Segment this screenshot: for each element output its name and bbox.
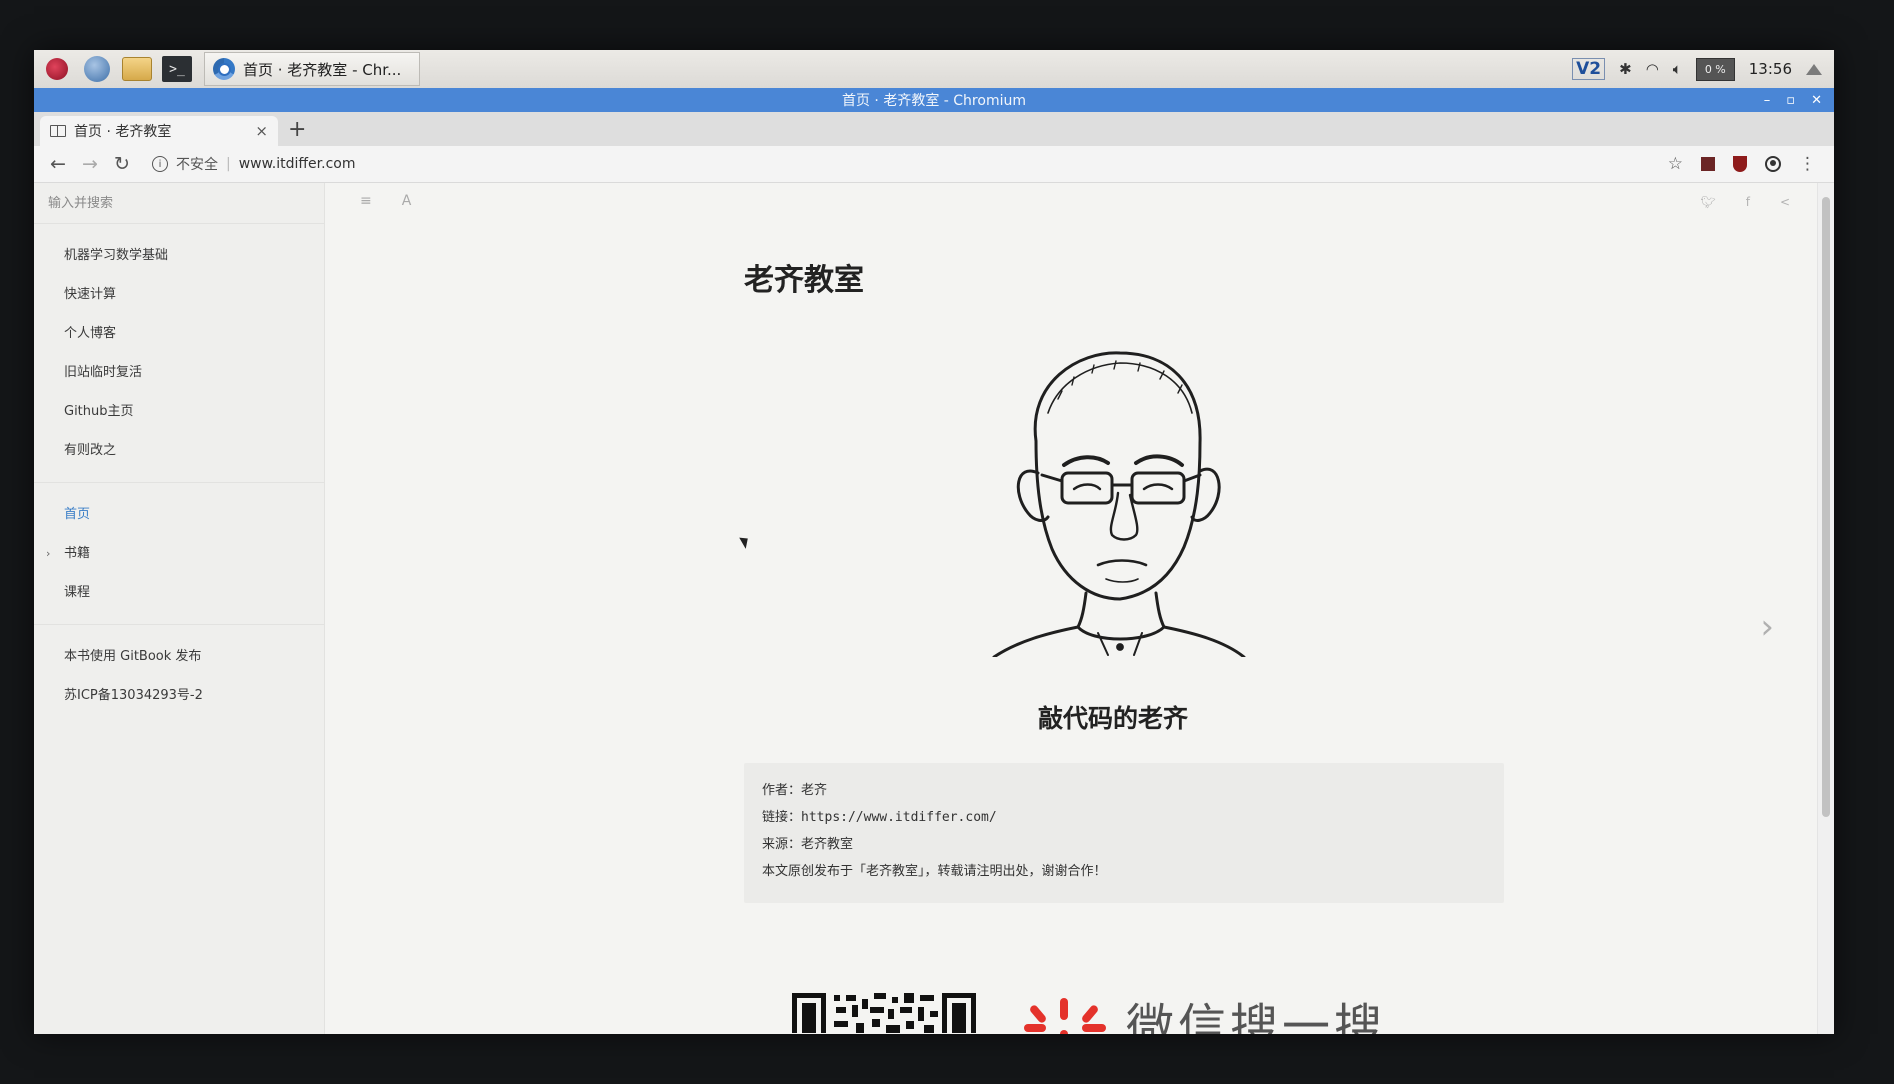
maximize-button[interactable]: ▫ bbox=[1786, 93, 1795, 108]
system-taskbar: >_ 首页 · 老齐教室 - Chr... V2 ✱ ◠ 🔈︎ 0 % 13:5… bbox=[34, 50, 1834, 89]
qr-code-image bbox=[792, 993, 976, 1033]
icp-license-link[interactable]: 苏ICP备13034293号-2 bbox=[34, 676, 324, 715]
sidebar-links: 机器学习数学基础 快速计算 个人博客 旧站临时复活 Github主页 有则改之 bbox=[34, 224, 324, 483]
browser-toolbar: ← → ↻ i 不安全 | www.itdiffer.com ☆ ⋮ bbox=[34, 146, 1834, 183]
browser-tab[interactable]: 首页 · 老齐教室 × bbox=[40, 116, 278, 146]
close-window-button[interactable]: ✕ bbox=[1811, 93, 1822, 108]
info-icon[interactable]: i bbox=[152, 156, 168, 172]
sidebar-item-books-label: 书籍 bbox=[64, 546, 91, 561]
wifi-icon[interactable]: ◠ bbox=[1646, 60, 1659, 78]
reprint-notice: 本文原创发布于「老齐教室」，转载请注明出处，谢谢合作！ bbox=[762, 864, 1107, 879]
eject-icon[interactable] bbox=[1806, 63, 1822, 75]
sidebar-link-feedback[interactable]: 有则改之 bbox=[34, 431, 324, 470]
sidebar-item-books[interactable]: › 书籍 bbox=[34, 534, 324, 573]
profile-icon[interactable] bbox=[1765, 156, 1781, 172]
tab-title: 首页 · 老齐教室 bbox=[74, 124, 172, 140]
forward-button[interactable]: → bbox=[74, 153, 106, 175]
menu-kebab-icon[interactable]: ⋮ bbox=[1799, 154, 1816, 174]
terminal-glyph: >_ bbox=[162, 56, 192, 82]
search-input[interactable] bbox=[46, 194, 290, 212]
volume-icon[interactable]: 🔈︎ bbox=[1673, 60, 1682, 78]
window-title: 首页 · 老齐教室 - Chromium bbox=[841, 93, 1026, 109]
sidebar-link-blog[interactable]: 个人博客 bbox=[34, 314, 324, 353]
v2ray-icon[interactable]: V2 bbox=[1572, 58, 1606, 80]
sidebar-footer: 本书使用 GitBook 发布 苏ICP备13034293号-2 bbox=[34, 625, 324, 727]
sidebar-link-ml-math[interactable]: 机器学习数学基础 bbox=[34, 236, 324, 275]
gitbook-credit-link[interactable]: 本书使用 GitBook 发布 bbox=[34, 637, 324, 676]
sidebar-link-old-site[interactable]: 旧站临时复活 bbox=[34, 353, 324, 392]
back-button[interactable]: ← bbox=[42, 153, 74, 175]
system-tray: V2 ✱ ◠ 🔈︎ 0 % 13:56 bbox=[1572, 57, 1834, 81]
terminal-icon[interactable]: >_ bbox=[160, 54, 194, 84]
source-line: 来源：老齐教室 bbox=[762, 831, 1486, 858]
page-content: 老齐教室 敲代码的老齐 作者：老齐 链接：https://www.itdiffe… bbox=[328, 183, 1818, 1034]
reload-button[interactable]: ↻ bbox=[106, 153, 138, 175]
sidebar-item-home[interactable]: 首页 bbox=[34, 495, 324, 534]
page-subtitle: 敲代码的老齐 bbox=[1038, 704, 1189, 733]
wechat-search-text: 微信搜一搜 bbox=[1126, 999, 1387, 1034]
page-scrollbar[interactable] bbox=[1817, 183, 1834, 1034]
author-name: 老齐 bbox=[801, 783, 828, 798]
file-manager-icon[interactable] bbox=[120, 54, 154, 84]
author-portrait-image bbox=[992, 351, 1246, 657]
author-label: 作者： bbox=[762, 783, 802, 798]
url-separator: | bbox=[226, 156, 231, 172]
source-label: 来源： bbox=[762, 837, 802, 852]
wechat-search-logo-icon bbox=[1024, 998, 1106, 1034]
ublock-shield-icon[interactable] bbox=[1733, 156, 1747, 172]
browser-launcher-icon[interactable] bbox=[80, 54, 114, 84]
chevron-right-icon[interactable]: › bbox=[46, 534, 50, 573]
wechat-search-banner: 微信搜一搜 bbox=[1024, 987, 1386, 1034]
toolbar-right-icons: ☆ ⋮ bbox=[1668, 154, 1834, 174]
sidebar-nav: 首页 › 书籍 课程 bbox=[34, 483, 324, 625]
author-line: 作者：老齐 bbox=[762, 777, 1486, 804]
taskbar-window-button[interactable]: 首页 · 老齐教室 - Chr... bbox=[204, 52, 420, 86]
page-title: 老齐教室 bbox=[744, 263, 864, 298]
new-tab-button[interactable]: + bbox=[288, 116, 306, 146]
mouse-cursor-icon bbox=[739, 534, 752, 549]
bookmark-star-icon[interactable]: ☆ bbox=[1668, 154, 1683, 174]
tab-strip: 首页 · 老齐教室 × + bbox=[34, 112, 1834, 146]
tab-close-button[interactable]: × bbox=[255, 122, 268, 140]
copyright-info-box: 作者：老齐 链接：https://www.itdiffer.com/ 来源：老齐… bbox=[744, 763, 1504, 903]
sidebar-item-courses[interactable]: 课程 bbox=[34, 573, 324, 612]
raspberry-menu-icon[interactable] bbox=[40, 54, 74, 84]
book-favicon-icon bbox=[50, 125, 66, 137]
window-titlebar[interactable]: 首页 · 老齐教室 - Chromium – ▫ ✕ bbox=[34, 88, 1834, 112]
cpu-monitor: 0 % bbox=[1695, 57, 1735, 81]
sidebar-link-github[interactable]: Github主页 bbox=[34, 392, 324, 431]
book-sidebar: 机器学习数学基础 快速计算 个人博客 旧站临时复活 Github主页 有则改之 … bbox=[34, 183, 325, 1034]
extension-icon[interactable] bbox=[1701, 157, 1715, 171]
minimize-button[interactable]: – bbox=[1764, 93, 1771, 108]
site-link[interactable]: https://www.itdiffer.com/ bbox=[801, 810, 997, 825]
search-box bbox=[34, 183, 324, 224]
address-bar[interactable]: i 不安全 | www.itdiffer.com bbox=[152, 154, 1668, 174]
sidebar-link-quick-calc[interactable]: 快速计算 bbox=[34, 275, 324, 314]
window-controls: – ▫ ✕ bbox=[1764, 88, 1822, 112]
taskbar-window-label: 首页 · 老齐教室 - Chr... bbox=[243, 60, 402, 79]
screen: >_ 首页 · 老齐教室 - Chr... V2 ✱ ◠ 🔈︎ 0 % 13:5… bbox=[34, 50, 1834, 1034]
next-page-arrow-icon[interactable]: › bbox=[1760, 607, 1774, 647]
scroll-thumb[interactable] bbox=[1822, 197, 1830, 817]
clock[interactable]: 13:56 bbox=[1749, 60, 1792, 78]
link-label: 链接： bbox=[762, 810, 802, 825]
security-label: 不安全 bbox=[176, 157, 218, 173]
chromium-icon bbox=[213, 58, 235, 80]
url-text[interactable]: www.itdiffer.com bbox=[239, 156, 356, 172]
link-line: 链接：https://www.itdiffer.com/ bbox=[762, 804, 1486, 831]
bluetooth-icon[interactable]: ✱ bbox=[1619, 60, 1632, 78]
source-name: 老齐教室 bbox=[801, 837, 854, 852]
page-viewport: 机器学习数学基础 快速计算 个人博客 旧站临时复活 Github主页 有则改之 … bbox=[34, 183, 1818, 1034]
